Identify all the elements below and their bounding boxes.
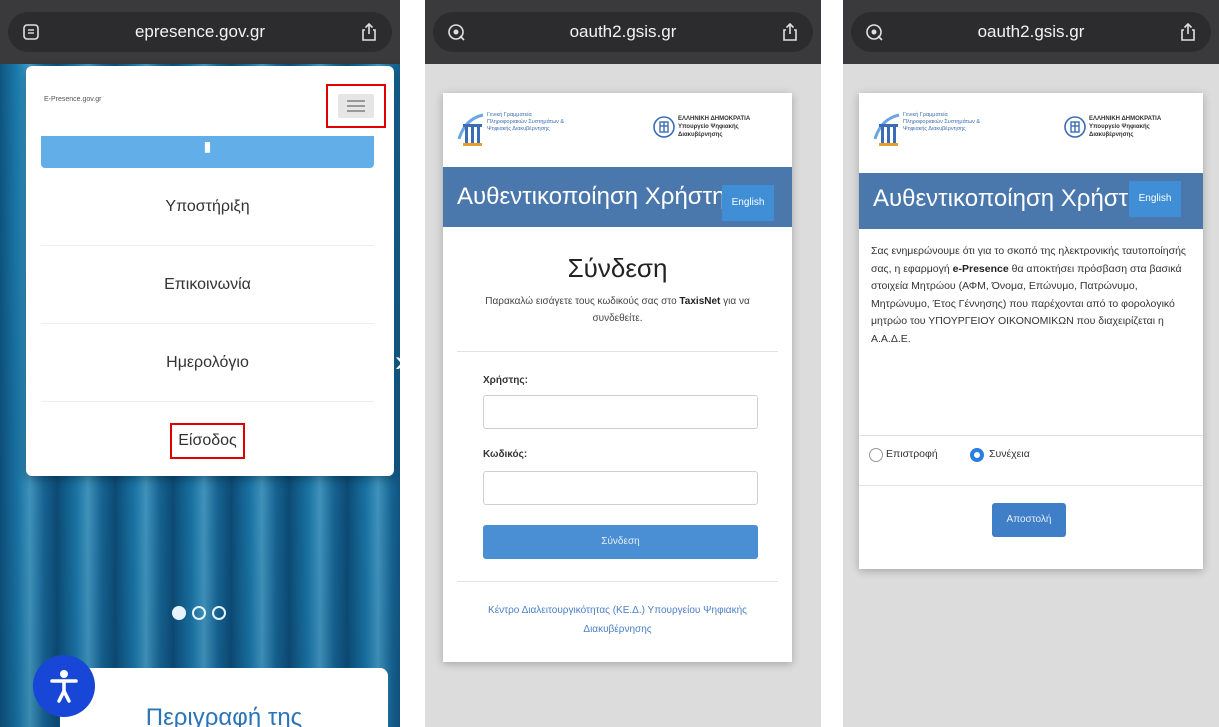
accessibility-button[interactable] [33, 655, 95, 717]
consent-card: Γενική Γραμματεία Πληροφοριακών Συστημάτ… [859, 93, 1203, 569]
gsis-logo: Γενική Γραμματεία Πληροφοριακών Συστημάτ… [873, 109, 991, 149]
browser-url-bar: epresence.gov.gr [0, 0, 400, 64]
radio-continue-label[interactable]: Συνέχεια [989, 448, 1030, 460]
hellenic-republic-logo: ΕΛΛΗΝΙΚΗ ΔΗΜΟΚΡΑΤΙΑ Υπουργείο Ψηφιακής Δ… [652, 109, 782, 149]
carousel-dot[interactable] [212, 606, 226, 620]
url-text[interactable]: oauth2.gsis.gr [433, 22, 813, 42]
carousel-next-icon[interactable]: › [395, 345, 400, 379]
login-submit-button[interactable]: Σύνδεση [483, 525, 758, 559]
menu-item-login-row: Είσοδος [41, 402, 374, 480]
hellenic-republic-text: ΕΛΛΗΝΙΚΗ ΔΗΜΟΚΡΑΤΙΑ Υπουργείο Ψηφιακής Δ… [678, 116, 751, 138]
carousel-dot[interactable] [172, 606, 186, 620]
hellenic-republic-text: ΕΛΛΗΝΙΚΗ ΔΗΜΟΚΡΑΤΙΑ Υπουργείο Ψηφιακής Δ… [1089, 116, 1162, 138]
browser-url-bar: oauth2.gsis.gr [425, 0, 821, 64]
divider [457, 581, 778, 582]
nav-menu-card: E-Presence.gov.gr ▮ Υποστήριξη Επικοινων… [26, 66, 394, 476]
interoperability-center-link[interactable]: Κέντρο Διαλειτουργικότητας (ΚΕ.Δ.) Υπουρ… [457, 601, 778, 639]
banner-title: Αυθεντικοποίηση Χρήστη [457, 183, 726, 210]
gsis-consent-screen: oauth2.gsis.gr Γενική Γραμματεία Πληροφο… [843, 0, 1219, 727]
auth-banner: Αυθεντικοποίηση Χρήστη English [859, 173, 1203, 229]
consent-text: Σας ενημερώνουμε ότι για το σκοπό της ηλ… [871, 243, 1189, 348]
emblem-icon [1064, 116, 1086, 138]
menu-item-calendar[interactable]: Ημερολόγιο [41, 324, 374, 402]
column-logo-icon [457, 113, 484, 146]
url-pill[interactable]: epresence.gov.gr [8, 12, 392, 52]
divider [859, 485, 1203, 486]
password-label: Κωδικός: [483, 449, 528, 460]
emblem-icon [653, 116, 675, 138]
hamburger-menu-button[interactable] [338, 94, 374, 118]
gsis-logo-text: Γενική Γραμματεία Πληροφοριακών Συστημάτ… [903, 112, 981, 132]
description-heading: Περιγραφή της [145, 704, 303, 727]
divider [457, 351, 778, 352]
auth-card: Γενική Γραμματεία Πληροφοριακών Συστημάτ… [443, 93, 792, 662]
radio-return[interactable] [869, 448, 883, 462]
banner-title: Αυθεντικοποίηση Χρήστη [873, 185, 1142, 212]
gsis-logo-text: Γενική Γραμματεία Πληροφοριακών Συστημάτ… [487, 112, 565, 132]
hamburger-line [347, 105, 365, 107]
epresence-screen: epresence.gov.gr E-Presence.gov.gr ▮ Υπο… [0, 0, 400, 727]
hamburger-line [347, 100, 365, 102]
url-text[interactable]: epresence.gov.gr [8, 22, 392, 42]
person-icon: ▮ [203, 138, 212, 154]
url-pill[interactable]: oauth2.gsis.gr [433, 12, 813, 52]
login-instructions: Παρακαλώ εισάγετε τους κωδικούς σας στο … [473, 293, 762, 327]
browser-url-bar: oauth2.gsis.gr [843, 0, 1219, 64]
english-button[interactable]: English [722, 185, 774, 221]
menu-item-contact[interactable]: Επικοινωνία [41, 246, 374, 324]
radio-continue[interactable] [970, 448, 984, 462]
url-text[interactable]: oauth2.gsis.gr [851, 22, 1211, 42]
menu-toggle-highlight [326, 84, 386, 128]
divider [859, 435, 1203, 436]
send-button[interactable]: Αποστολή [992, 503, 1066, 537]
radio-return-label[interactable]: Επιστροφή [886, 448, 938, 460]
username-label: Χρήστης: [483, 375, 528, 386]
site-logo[interactable]: E-Presence.gov.gr [44, 96, 101, 103]
carousel-dot[interactable] [192, 606, 206, 620]
instructions-text: Παρακαλώ εισάγετε τους κωδικούς σας στο [485, 296, 677, 307]
login-title: Σύνδεση [567, 253, 668, 283]
password-input[interactable] [483, 471, 758, 505]
share-icon[interactable] [360, 22, 378, 42]
gsis-logo: Γενική Γραμματεία Πληροφοριακών Συστημάτ… [457, 109, 575, 149]
hamburger-line [347, 110, 365, 112]
consent-app-name: e-Presence [952, 262, 1009, 275]
share-icon[interactable] [1179, 22, 1197, 42]
hellenic-republic-logo: ΕΛΛΗΝΙΚΗ ΔΗΜΟΚΡΑΤΙΑ Υπουργείο Ψηφιακής Δ… [1063, 109, 1193, 149]
auth-banner: Αυθεντικοποίηση Χρήστη English [443, 167, 792, 227]
menu-item-support[interactable]: Υποστήριξη [41, 168, 374, 246]
logo-row: Γενική Γραμματεία Πληροφοριακών Συστημάτ… [859, 93, 1203, 167]
description-card: Περιγραφή της [60, 668, 388, 727]
logo-row: Γενική Γραμματεία Πληροφοριακών Συστημάτ… [443, 93, 792, 167]
menu-top-item[interactable]: ▮ [41, 136, 374, 168]
gsis-login-screen: oauth2.gsis.gr Γενική Γραμματεία Πληροφο… [425, 0, 821, 727]
url-pill[interactable]: oauth2.gsis.gr [851, 12, 1211, 52]
share-icon[interactable] [781, 22, 799, 42]
username-input[interactable] [483, 395, 758, 429]
accessibility-person-icon [50, 670, 78, 703]
taxisnet-label: TaxisNet [679, 296, 721, 307]
english-button[interactable]: English [1129, 181, 1181, 217]
menu-item-login[interactable]: Είσοδος [170, 423, 245, 459]
column-logo-icon [873, 113, 900, 146]
